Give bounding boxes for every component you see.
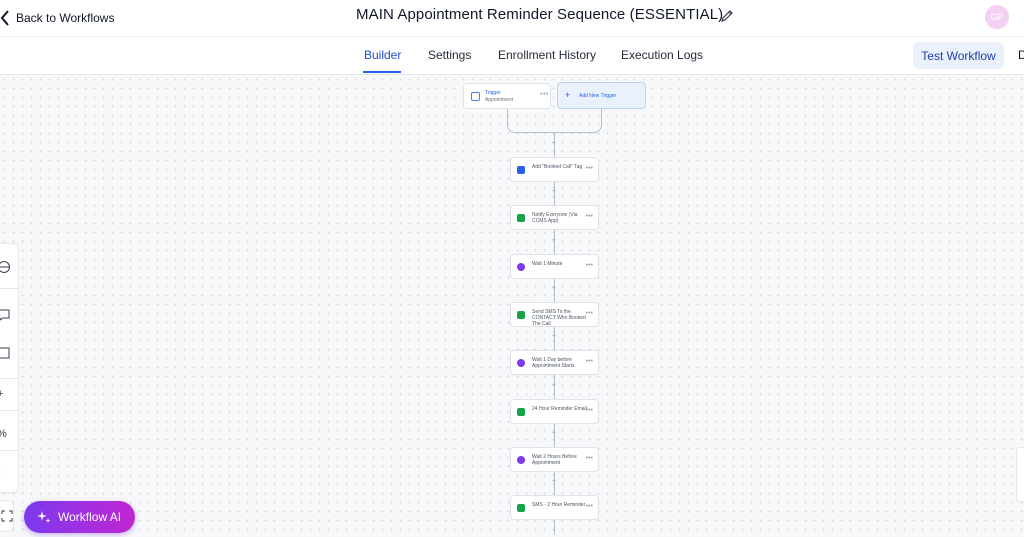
workflow-ai-button[interactable]: Workflow AI <box>24 501 135 533</box>
tab-settings[interactable]: Settings <box>428 48 471 62</box>
tab-builder[interactable]: Builder <box>364 48 401 62</box>
tab-enrollment-history[interactable]: Enrollment History <box>498 48 596 62</box>
add-step-plus-icon[interactable]: + <box>552 140 556 147</box>
add-step-plus-icon[interactable]: + <box>552 478 556 485</box>
more-icon[interactable]: ••• <box>586 358 593 365</box>
fit-view-button[interactable] <box>0 500 14 532</box>
more-icon[interactable]: ••• <box>540 91 549 98</box>
step-label: Notify Everyone (Via CCMS App) <box>532 212 578 224</box>
step-label: Wait 1 Minute <box>532 261 563 267</box>
step-label: Wait 2 Hours Before Appointment <box>532 454 577 466</box>
tab-execution-logs[interactable]: Execution Logs <box>621 48 703 62</box>
add-trigger-label: Add New Trigger <box>579 93 617 99</box>
workflow-title: MAIN Appointment Reminder Sequence (ESSE… <box>356 6 724 23</box>
sms-icon <box>517 504 525 512</box>
tab-bar: Builder Settings Enrollment History Exec… <box>0 37 1024 75</box>
sms-icon <box>517 311 525 319</box>
clock-icon <box>517 456 525 464</box>
zoom-in-button[interactable]: + <box>0 388 3 400</box>
add-step-plus-icon[interactable]: + <box>552 188 556 195</box>
back-label: Back to Workflows <box>16 11 115 25</box>
workflow-step-node[interactable]: Wait 2 Hours Before Appointment ••• <box>510 447 599 472</box>
add-step-plus-icon[interactable]: + <box>552 333 556 340</box>
trigger-title: Trigger <box>485 90 501 96</box>
more-icon[interactable]: ••• <box>586 213 593 220</box>
trigger-node[interactable]: Trigger Appointment ••• <box>463 83 551 109</box>
avatar[interactable]: GP <box>985 5 1009 29</box>
workflow-step-node[interactable]: Notify Everyone (Via CCMS App) ••• <box>510 205 599 230</box>
right-panel-edge[interactable] <box>1016 447 1024 502</box>
workflow-canvas[interactable]: Trigger Appointment ••• + Add New Trigge… <box>0 75 1024 537</box>
step-label: 24 Hour Reminder Email <box>532 406 587 412</box>
note-icon[interactable] <box>0 346 11 360</box>
test-workflow-button[interactable]: Test Workflow <box>913 42 1004 69</box>
more-icon[interactable]: ••• <box>586 310 593 317</box>
bell-icon <box>517 214 525 222</box>
add-new-trigger-button[interactable]: + Add New Trigger <box>557 82 646 109</box>
step-label: Send SMS To the CONTACT Who Booked The C… <box>532 309 586 327</box>
zoom-out-button[interactable]: - <box>0 466 1 478</box>
calendar-icon <box>471 92 480 101</box>
trigger-connector <box>507 109 602 133</box>
add-step-plus-icon[interactable]: + <box>552 237 556 244</box>
more-icon[interactable]: ••• <box>586 503 593 510</box>
add-step-plus-icon[interactable]: + <box>552 285 556 292</box>
workflow-step-node[interactable]: Wait 1 Day before Appointment Starts ••• <box>510 350 599 375</box>
clock-icon <box>517 263 525 271</box>
top-bar: Back to Workflows MAIN Appointment Remin… <box>0 0 1024 37</box>
add-step-plus-icon[interactable]: + <box>552 430 556 437</box>
workflow-step-node[interactable]: 24 Hour Reminder Email ••• <box>510 399 599 424</box>
zoom-level: % <box>0 428 7 440</box>
comment-icon[interactable] <box>0 308 11 322</box>
more-icon[interactable]: ••• <box>586 165 593 172</box>
fit-screen-icon <box>1 510 13 522</box>
step-label: Add "Booked Call" Tag <box>532 164 583 170</box>
workflow-step-node[interactable]: Add "Booked Call" Tag ••• <box>510 157 599 182</box>
workflow-step-node[interactable]: Wait 1 Minute ••• <box>510 254 599 279</box>
back-to-workflows-link[interactable]: Back to Workflows <box>0 8 114 28</box>
active-tab-indicator <box>363 71 401 73</box>
plus-icon: + <box>565 90 571 100</box>
email-icon <box>517 408 525 416</box>
tag-icon <box>517 166 525 174</box>
add-step-plus-icon[interactable]: + <box>552 382 556 389</box>
step-label: Wait 1 Day before Appointment Starts <box>532 357 575 369</box>
chevron-left-icon <box>0 10 9 26</box>
globe-icon[interactable] <box>0 260 11 274</box>
trigger-subtitle: Appointment <box>485 97 514 103</box>
sparkles-icon <box>37 511 51 523</box>
pencil-icon[interactable] <box>720 9 734 23</box>
cut-off-tab[interactable]: D <box>1018 48 1024 62</box>
canvas-toolbar: + % - <box>0 243 19 493</box>
workflow-step-node[interactable]: SMS - 2 Hour Reminder ••• <box>510 495 599 520</box>
more-icon[interactable]: ••• <box>586 455 593 462</box>
workflow-step-node[interactable]: Send SMS To the CONTACT Who Booked The C… <box>510 302 599 327</box>
step-label: SMS - 2 Hour Reminder <box>532 502 586 508</box>
more-icon[interactable]: ••• <box>586 262 593 269</box>
clock-icon <box>517 359 525 367</box>
workflow-ai-label: Workflow AI <box>58 510 122 524</box>
more-icon[interactable]: ••• <box>586 407 593 414</box>
